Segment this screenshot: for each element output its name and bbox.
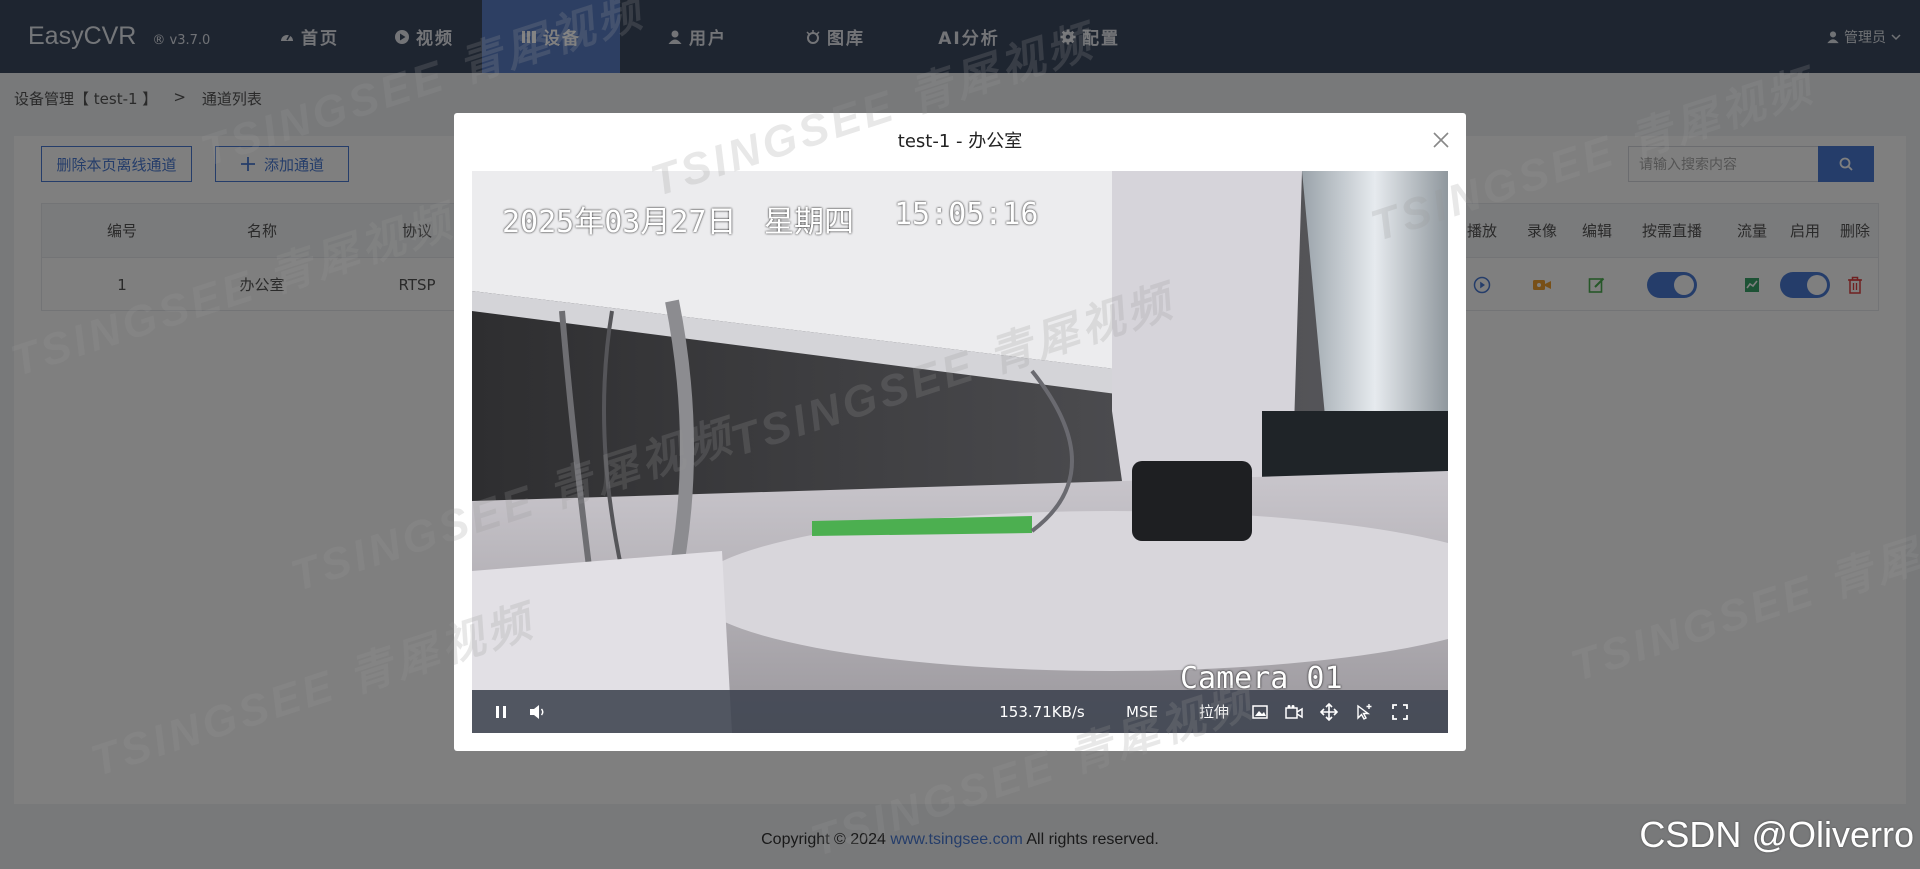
ptz-control-button[interactable] — [1314, 690, 1344, 733]
osd-time: 15:05:16 — [894, 197, 1039, 232]
dialog-title: test-1 - 办公室 — [897, 131, 1023, 152]
bitrate-readout: 153.71KB/s — [999, 702, 1085, 721]
close-icon[interactable] — [1432, 131, 1450, 149]
screenshot-button[interactable] — [1246, 690, 1274, 733]
stretch-button[interactable]: 拉伸 — [1194, 690, 1234, 733]
video-player-dialog: test-1 - 办公室 2025年03月27日 星期四 15:05:16 Ca… — [454, 113, 1466, 751]
camera-frame — [472, 171, 1448, 733]
move-arrows-icon — [1320, 702, 1338, 721]
electronic-zoom-button[interactable] — [1350, 690, 1378, 733]
record-video-button[interactable] — [1280, 690, 1308, 733]
fullscreen-icon — [1392, 703, 1408, 720]
pause-icon — [496, 705, 506, 718]
player-controls: 153.71KB/s MSE 拉伸 — [472, 690, 1448, 733]
osd-weekday: 星期四 — [764, 205, 854, 240]
volume-icon — [530, 704, 544, 719]
volume-button[interactable] — [526, 690, 550, 733]
cursor-zoom-icon — [1357, 703, 1372, 720]
pause-button[interactable] — [490, 690, 512, 733]
osd-date: 2025年03月27日 — [502, 205, 737, 240]
image-icon — [1252, 704, 1268, 719]
video-record-icon — [1285, 704, 1303, 719]
fullscreen-button[interactable] — [1386, 690, 1414, 733]
csdn-watermark: CSDN @Oliverro — [1639, 814, 1914, 855]
video-stream[interactable]: 2025年03月27日 星期四 15:05:16 Camera 01 153.7… — [472, 171, 1448, 733]
mode-readout: MSE — [1126, 702, 1158, 721]
